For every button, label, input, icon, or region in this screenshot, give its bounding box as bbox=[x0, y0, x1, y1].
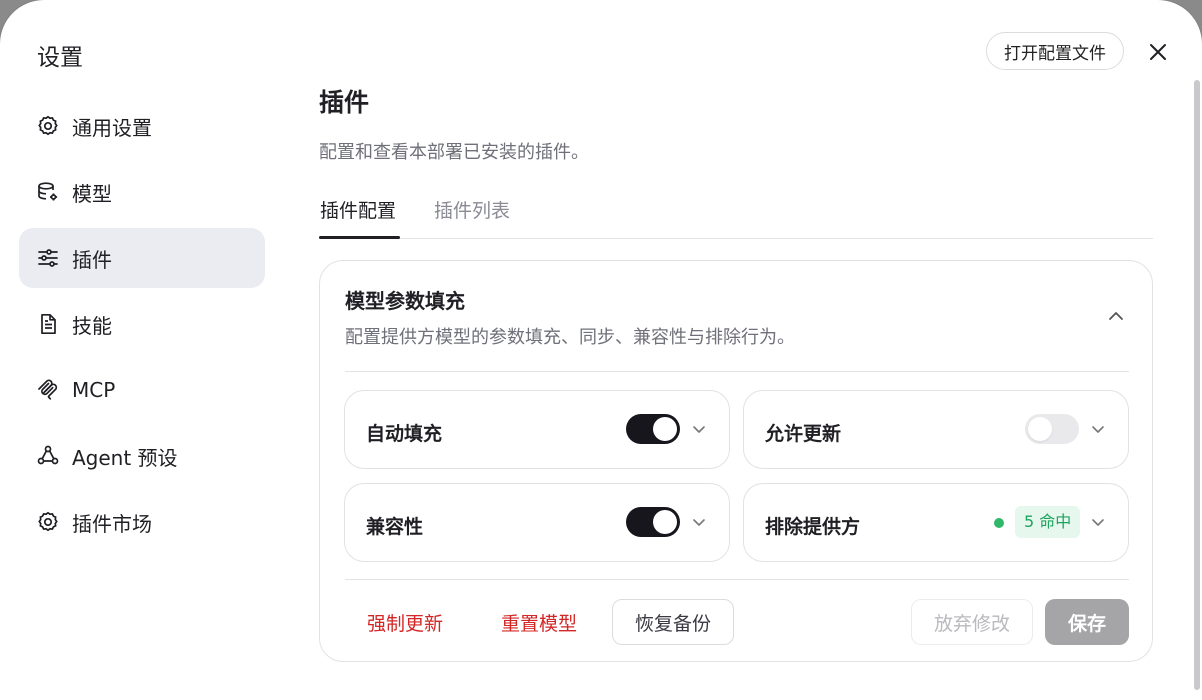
option-label: 兼容性 bbox=[366, 516, 424, 538]
page-title: 插件 bbox=[319, 88, 370, 117]
auto-fill-toggle[interactable] bbox=[626, 414, 680, 444]
gear-icon bbox=[36, 510, 60, 534]
main-panel: 插件 配置和查看本部署已安装的插件。 插件配置 插件列表 模型参数填充 配置提供… bbox=[319, 84, 1153, 662]
sidebar-item-label: Agent 预设 bbox=[72, 445, 178, 470]
status-dot bbox=[994, 518, 1004, 528]
option-label: 允许更新 bbox=[765, 423, 842, 445]
dialog-title: 设置 bbox=[37, 45, 83, 71]
option-label: 排除提供方 bbox=[765, 516, 861, 538]
sidebar-item-plugin-market[interactable]: 插件市场 bbox=[19, 492, 265, 552]
sidebar-item-mcp[interactable]: MCP bbox=[19, 360, 265, 420]
sidebar-item-label: 模型 bbox=[72, 181, 112, 206]
sidebar-item-models[interactable]: 模型 bbox=[19, 162, 265, 222]
tab-plugin-config[interactable]: 插件配置 bbox=[320, 196, 396, 223]
option-compatibility: 兼容性 bbox=[344, 483, 730, 562]
toggle-knob bbox=[1028, 417, 1052, 441]
page-description: 配置和查看本部署已安装的插件。 bbox=[319, 142, 589, 163]
chevron-down-icon[interactable] bbox=[691, 421, 707, 437]
chevron-up-icon[interactable] bbox=[1105, 305, 1127, 327]
active-tab-indicator bbox=[319, 236, 400, 239]
divider bbox=[345, 579, 1129, 580]
compatibility-toggle[interactable] bbox=[626, 507, 680, 537]
agent-network-icon bbox=[36, 444, 60, 468]
sidebar-nav: 通用设置 模型 插件 技能 MCP Agent 预设 插件市场 bbox=[19, 96, 265, 558]
card-description: 配置提供方模型的参数填充、同步、兼容性与排除行为。 bbox=[345, 327, 795, 348]
model-param-fill-card: 模型参数填充 配置提供方模型的参数填充、同步、兼容性与排除行为。 自动填充 允许… bbox=[319, 260, 1153, 662]
restore-backup-button[interactable]: 恢复备份 bbox=[612, 599, 734, 645]
gear-icon bbox=[36, 114, 60, 138]
sidebar-item-label: 插件 bbox=[72, 247, 112, 272]
database-settings-icon bbox=[36, 180, 60, 204]
force-update-button[interactable]: 强制更新 bbox=[346, 599, 464, 645]
divider bbox=[345, 371, 1129, 372]
sidebar-item-agent-presets[interactable]: Agent 预设 bbox=[19, 426, 265, 486]
mcp-icon bbox=[36, 378, 60, 402]
scrollbar[interactable] bbox=[1194, 80, 1200, 690]
allow-update-toggle[interactable] bbox=[1025, 414, 1079, 444]
sidebar-item-label: 通用设置 bbox=[72, 115, 152, 140]
option-auto-fill: 自动填充 bbox=[344, 390, 730, 469]
sidebar-item-general-settings[interactable]: 通用设置 bbox=[19, 96, 265, 156]
toggle-knob bbox=[653, 510, 677, 534]
sidebar-item-label: 技能 bbox=[72, 313, 112, 338]
tab-bar: 插件配置 插件列表 bbox=[319, 192, 1153, 239]
save-button[interactable]: 保存 bbox=[1045, 599, 1129, 645]
sidebar-item-label: 插件市场 bbox=[72, 511, 152, 536]
settings-dialog: 设置 打开配置文件 通用设置 模型 插件 技能 MCP Agent 预设 插件市… bbox=[0, 0, 1202, 700]
option-allow-update: 允许更新 bbox=[743, 390, 1129, 469]
tab-plugin-list[interactable]: 插件列表 bbox=[434, 196, 510, 223]
toggle-knob bbox=[653, 417, 677, 441]
reset-model-button[interactable]: 重置模型 bbox=[480, 599, 598, 645]
sliders-icon bbox=[36, 246, 60, 270]
hit-count-badge: 5 命中 bbox=[1015, 506, 1081, 538]
chevron-down-icon[interactable] bbox=[1090, 421, 1106, 437]
open-config-file-button[interactable]: 打开配置文件 bbox=[986, 32, 1124, 70]
option-exclude-providers: 排除提供方 5 命中 bbox=[743, 483, 1129, 562]
chevron-down-icon[interactable] bbox=[691, 514, 707, 530]
sidebar-item-plugins[interactable]: 插件 bbox=[19, 228, 265, 288]
option-label: 自动填充 bbox=[366, 423, 443, 445]
card-title: 模型参数填充 bbox=[345, 289, 465, 313]
discard-changes-button[interactable]: 放弃修改 bbox=[911, 599, 1033, 645]
document-icon bbox=[36, 312, 60, 336]
sidebar-item-skills[interactable]: 技能 bbox=[19, 294, 265, 354]
close-icon[interactable] bbox=[1144, 38, 1172, 66]
sidebar-item-label: MCP bbox=[72, 378, 116, 402]
chevron-down-icon[interactable] bbox=[1090, 514, 1106, 530]
